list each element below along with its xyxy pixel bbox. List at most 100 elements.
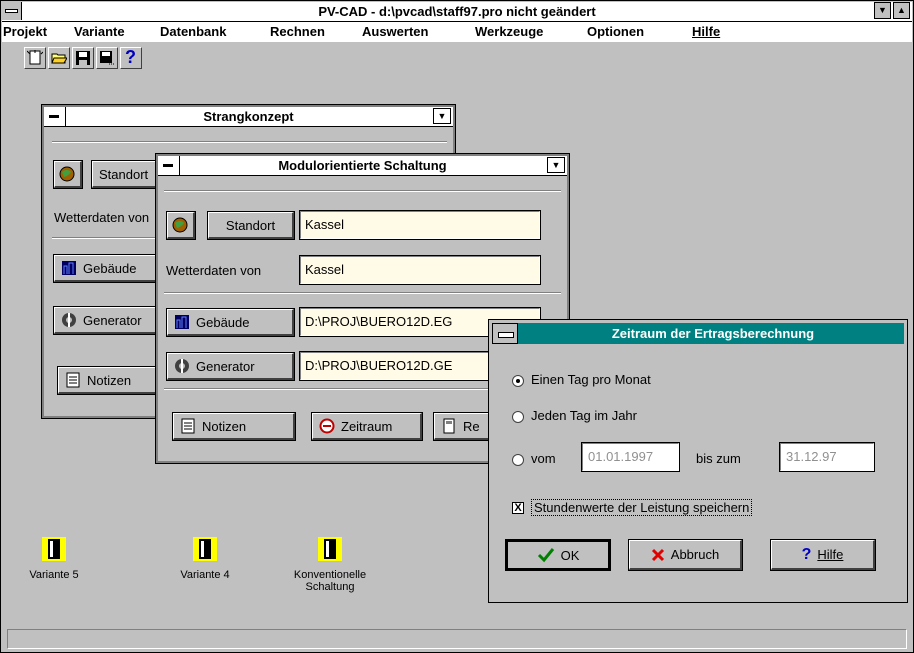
standort-button[interactable]: Standort xyxy=(207,211,295,240)
variante-4-icon[interactable]: Variante 4 xyxy=(150,535,260,581)
minimize-button[interactable]: ▼ xyxy=(433,108,451,124)
stundenwerte-checkbox[interactable]: X xyxy=(512,502,524,514)
standort-label: Standort xyxy=(99,166,149,182)
hilfe-button[interactable]: ? Hilfe xyxy=(770,539,876,571)
open-icon xyxy=(51,53,67,64)
generator-icon xyxy=(62,313,76,327)
menu-werkzeuge[interactable]: Werkzeuge xyxy=(475,24,543,39)
save-icon xyxy=(76,51,90,65)
cancel-x-icon xyxy=(651,548,664,561)
ok-label: OK xyxy=(560,547,580,563)
globe-button[interactable] xyxy=(166,211,196,240)
maximize-button[interactable]: ▲ xyxy=(893,2,910,19)
menu-auswerten[interactable]: Auswerten xyxy=(362,24,428,39)
variante-5-label: Variante 5 xyxy=(29,569,79,581)
main-window: PV-CAD - d:\pvcad\staff97.pro nicht geän… xyxy=(0,0,914,653)
menu-optionen[interactable]: Optionen xyxy=(587,24,644,39)
save-as-button[interactable] xyxy=(96,47,118,69)
zeitraum-dialog: Zeitraum der Ertragsberechnung Einen Tag… xyxy=(488,319,908,603)
generator-button[interactable]: Generator xyxy=(166,352,295,381)
stundenwerte-label: Stundenwerte der Leistung speichern xyxy=(531,499,753,516)
hilfe-label: Hilfe xyxy=(817,547,844,562)
separator xyxy=(164,190,561,192)
menu-bar: Projekt Variante Datenbank Rechnen Auswe… xyxy=(2,22,912,42)
notizen-button[interactable]: Notizen xyxy=(172,412,296,441)
variante-4-label: Variante 4 xyxy=(180,569,230,581)
notizen-label: Notizen xyxy=(87,372,132,388)
standort-field[interactable]: Kassel xyxy=(299,210,541,240)
menu-datenbank[interactable]: Datenbank xyxy=(160,24,226,39)
menu-hilfe[interactable]: Hilfe xyxy=(692,24,720,39)
bis-zum-label: bis zum xyxy=(696,451,741,466)
gebaeude-label: Gebäude xyxy=(196,314,250,330)
separator xyxy=(164,292,561,294)
gebaeude-button[interactable]: Gebäude xyxy=(53,254,165,283)
generator-button[interactable]: Generator xyxy=(53,306,165,335)
menu-variante[interactable]: Variante xyxy=(74,24,125,39)
radio-jeden-tag-label: Jeden Tag im Jahr xyxy=(531,408,637,423)
save-button[interactable] xyxy=(72,47,94,69)
abbruch-label: Abbruch xyxy=(670,547,720,562)
ok-button[interactable]: OK xyxy=(505,539,611,571)
globe-icon xyxy=(172,217,188,233)
window-menu-button[interactable] xyxy=(44,107,66,126)
radio-einen-tag[interactable] xyxy=(512,375,524,387)
new-button[interactable] xyxy=(24,47,46,69)
save-as-icon xyxy=(100,51,114,65)
minimize-button[interactable]: ▼ xyxy=(547,157,565,173)
help-icon: ? xyxy=(125,47,136,67)
minimize-button[interactable]: ▼ xyxy=(874,2,891,19)
window-menu-button[interactable] xyxy=(158,156,180,175)
standort-label: Standort xyxy=(225,217,276,233)
abbruch-button[interactable]: Abbruch xyxy=(628,539,743,571)
checkmark-icon xyxy=(537,548,554,563)
modul-title: Modulorientierte Schaltung xyxy=(278,158,447,173)
book-icon xyxy=(316,535,344,563)
dialog-system-menu-button[interactable] xyxy=(492,323,518,344)
dialog-title-bar[interactable]: Zeitraum der Ertragsberechnung xyxy=(492,323,904,344)
globe-icon xyxy=(59,166,75,182)
wetter-label: Wetterdaten von xyxy=(166,263,262,278)
gebaeude-button[interactable]: Gebäude xyxy=(166,308,295,337)
question-icon: ? xyxy=(801,545,812,563)
dialog-title: Zeitraum der Ertragsberechnung xyxy=(611,326,815,341)
notizen-label: Notizen xyxy=(202,418,247,434)
zeitraum-button[interactable]: Zeitraum xyxy=(311,412,423,441)
from-date-field[interactable]: 01.01.1997 xyxy=(581,442,680,472)
radio-vom[interactable] xyxy=(512,454,524,466)
globe-button[interactable] xyxy=(53,160,83,189)
new-icon xyxy=(27,50,43,65)
system-menu-icon xyxy=(5,9,18,13)
konventionelle-schaltung-label: Konventionelle Schaltung xyxy=(293,569,367,593)
konventionelle-schaltung-icon[interactable]: Konventionelle Schaltung xyxy=(275,535,385,593)
system-menu-button[interactable] xyxy=(2,2,22,20)
to-date-field[interactable]: 31.12.97 xyxy=(779,442,875,472)
notizen-button[interactable]: Notizen xyxy=(57,366,159,395)
calculator-icon xyxy=(443,418,455,434)
variante-5-icon[interactable]: Variante 5 xyxy=(0,535,109,581)
toolbar: ? xyxy=(2,43,912,73)
separator xyxy=(52,237,172,239)
clock-icon xyxy=(319,418,335,434)
building-icon xyxy=(175,315,189,329)
app-title: PV-CAD - d:\pvcad\staff97.pro nicht geän… xyxy=(318,4,596,19)
strangkonzept-title-bar[interactable]: Strangkonzept ▼ xyxy=(44,107,453,127)
generator-label: Generator xyxy=(83,312,142,328)
book-icon xyxy=(191,535,219,563)
menu-projekt[interactable]: Projekt xyxy=(3,24,47,39)
generator-label: Generator xyxy=(196,358,255,374)
radio-einen-tag-label: Einen Tag pro Monat xyxy=(531,372,651,387)
separator xyxy=(52,141,447,143)
wetter-label: Wetterdaten von xyxy=(54,210,150,225)
building-icon xyxy=(62,261,76,275)
notes-icon xyxy=(181,418,195,434)
open-button[interactable] xyxy=(48,47,70,69)
radio-jeden-tag[interactable] xyxy=(512,411,524,423)
gebaeude-label: Gebäude xyxy=(83,260,137,276)
zeitraum-label: Zeitraum xyxy=(341,418,393,434)
menu-rechnen[interactable]: Rechnen xyxy=(270,24,325,39)
modul-title-bar[interactable]: Modulorientierte Schaltung ▼ xyxy=(158,156,567,176)
help-button[interactable]: ? xyxy=(120,47,142,69)
wetter-field[interactable]: Kassel xyxy=(299,255,541,285)
radio-vom-label: vom xyxy=(531,451,556,466)
